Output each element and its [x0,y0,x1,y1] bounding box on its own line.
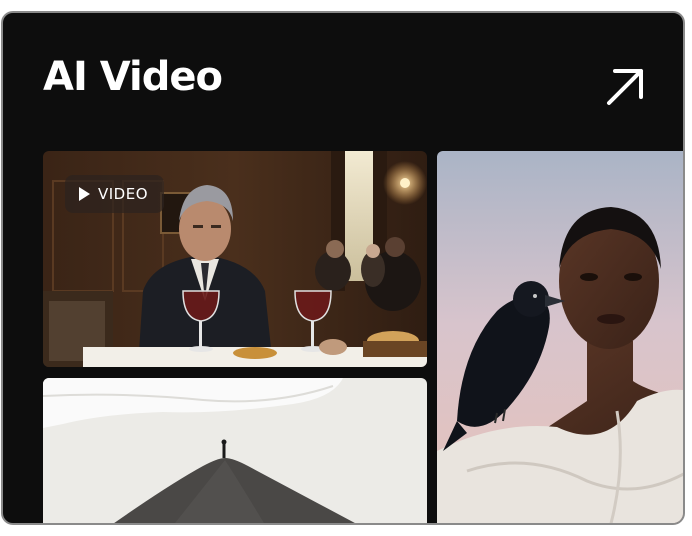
play-icon [79,187,90,201]
mountain-scene-image [43,378,427,523]
portrait-raven-image [437,151,683,523]
card-title: AI Video [43,54,223,100]
video-badge: VIDEO [65,175,165,213]
arrow-up-right-icon [607,69,643,105]
video-badge-label: VIDEO [98,185,149,203]
image-thumbnail-portrait[interactable] [437,151,683,523]
video-thumbnail-restaurant[interactable]: VIDEO [43,151,427,367]
image-thumbnail-mountain[interactable] [43,378,427,523]
open-ai-video-button[interactable] [601,63,649,111]
ai-video-card: AI Video VIDEO [1,11,685,525]
